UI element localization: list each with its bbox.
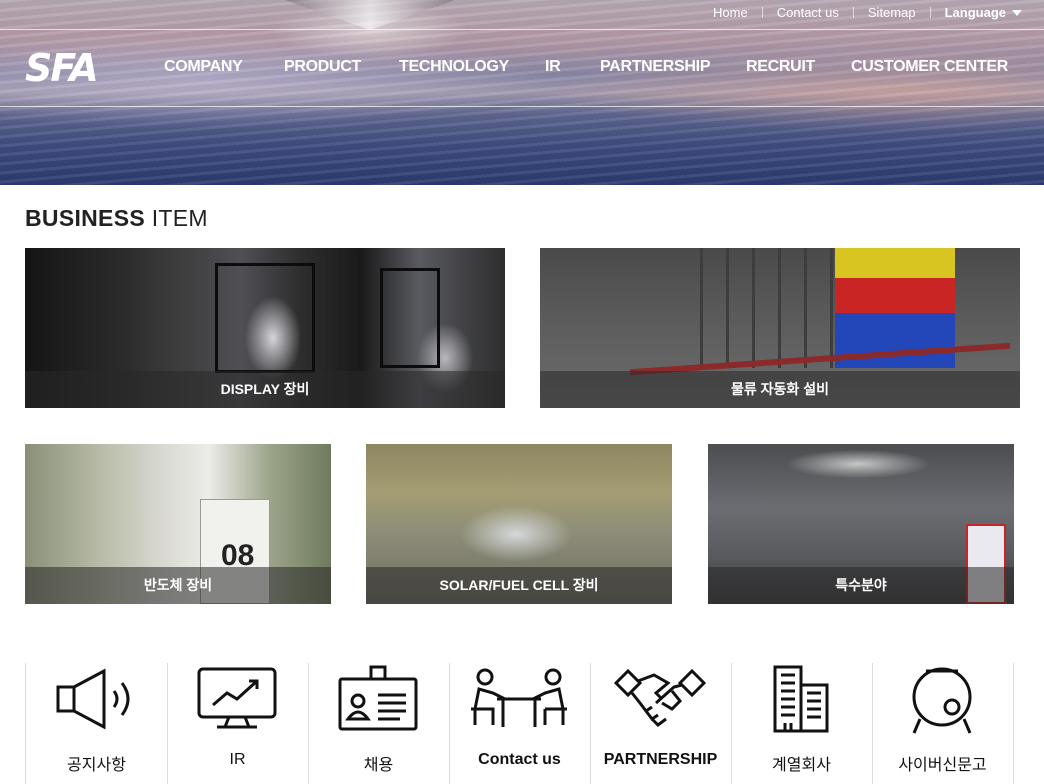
quick-contact[interactable]: Contact us (449, 663, 591, 784)
image-detail (835, 313, 955, 368)
nav-company[interactable]: COMPANY (164, 58, 243, 76)
quick-partnership[interactable]: PARTNERSHIP (590, 663, 732, 784)
business-card-display[interactable]: DISPLAY 장비 (25, 248, 505, 408)
meeting-icon (471, 668, 567, 727)
quick-cyber-petition[interactable]: 사이버신문고 (872, 663, 1014, 784)
nav-recruit[interactable]: RECRUIT (746, 58, 815, 76)
monitor-chart-icon (197, 667, 277, 729)
id-card-icon (338, 665, 418, 731)
speaker-icon (56, 668, 130, 730)
header-divider-top (0, 29, 1044, 30)
contact-us-link[interactable]: Contact us (777, 5, 839, 20)
quick-menu: 공지사항 IR 채용 Contact us PARTNERSHIP 계열회사 사… (25, 663, 1021, 784)
quick-notice[interactable]: 공지사항 (26, 663, 168, 784)
hero-banner: Home Contact us Sitemap Language SFA COM… (0, 0, 1044, 185)
business-card-special[interactable]: 특수분야 (708, 444, 1014, 604)
image-detail (835, 248, 955, 278)
card-caption: 특수분야 (708, 567, 1014, 604)
nav-partnership[interactable]: PARTNERSHIP (600, 58, 711, 76)
quick-recruit[interactable]: 채용 (308, 663, 450, 784)
header-divider-bottom (0, 106, 1044, 107)
hero-decoration (285, 0, 455, 30)
image-detail (835, 278, 955, 313)
card-caption: 반도체 장비 (25, 567, 331, 604)
card-caption: 물류 자동화 설비 (540, 371, 1020, 408)
sitemap-link[interactable]: Sitemap (868, 5, 916, 20)
language-selector[interactable]: Language (945, 5, 1022, 20)
image-detail (380, 268, 440, 368)
divider (929, 7, 931, 18)
caret-down-icon (1012, 9, 1022, 16)
handshake-icon (613, 668, 707, 727)
section-title-light: ITEM (151, 205, 208, 231)
quick-label: PARTNERSHIP (603, 751, 718, 768)
section-title-bold: BUSINESS (25, 205, 145, 231)
utility-nav: Home Contact us Sitemap Language (713, 5, 1022, 20)
quick-label: 사이버신문고 (898, 757, 987, 774)
divider (761, 7, 763, 18)
business-card-logistics[interactable]: 물류 자동화 설비 (540, 248, 1020, 408)
card-caption: SOLAR/FUEL CELL 장비 (366, 567, 672, 604)
card-caption: DISPLAY 장비 (25, 371, 505, 408)
quick-affiliates[interactable]: 계열회사 (731, 663, 873, 784)
nav-technology[interactable]: TECHNOLOGY (399, 58, 509, 76)
nav-ir[interactable]: IR (545, 58, 561, 76)
nav-customer-center[interactable]: CUSTOMER CENTER (851, 58, 1008, 76)
section-title: BUSINESS ITEM (25, 205, 208, 232)
business-card-solar-fuel-cell[interactable]: SOLAR/FUEL CELL 장비 (366, 444, 672, 604)
quick-label: 공지사항 (67, 757, 126, 774)
quick-label: IR (229, 751, 246, 768)
business-card-semiconductor[interactable]: 08 반도체 장비 (25, 444, 331, 604)
quick-label: 계열회사 (772, 757, 831, 774)
quick-label: 채용 (363, 757, 394, 774)
drum-icon (912, 667, 972, 734)
logo[interactable]: SFA (25, 49, 99, 87)
buildings-icon (773, 665, 829, 733)
language-label: Language (944, 5, 1006, 20)
quick-ir[interactable]: IR (167, 663, 309, 784)
nav-product[interactable]: PRODUCT (284, 58, 361, 76)
image-detail (215, 263, 315, 373)
home-link[interactable]: Home (713, 5, 748, 20)
quick-label: Contact us (478, 751, 561, 768)
divider (852, 7, 854, 18)
